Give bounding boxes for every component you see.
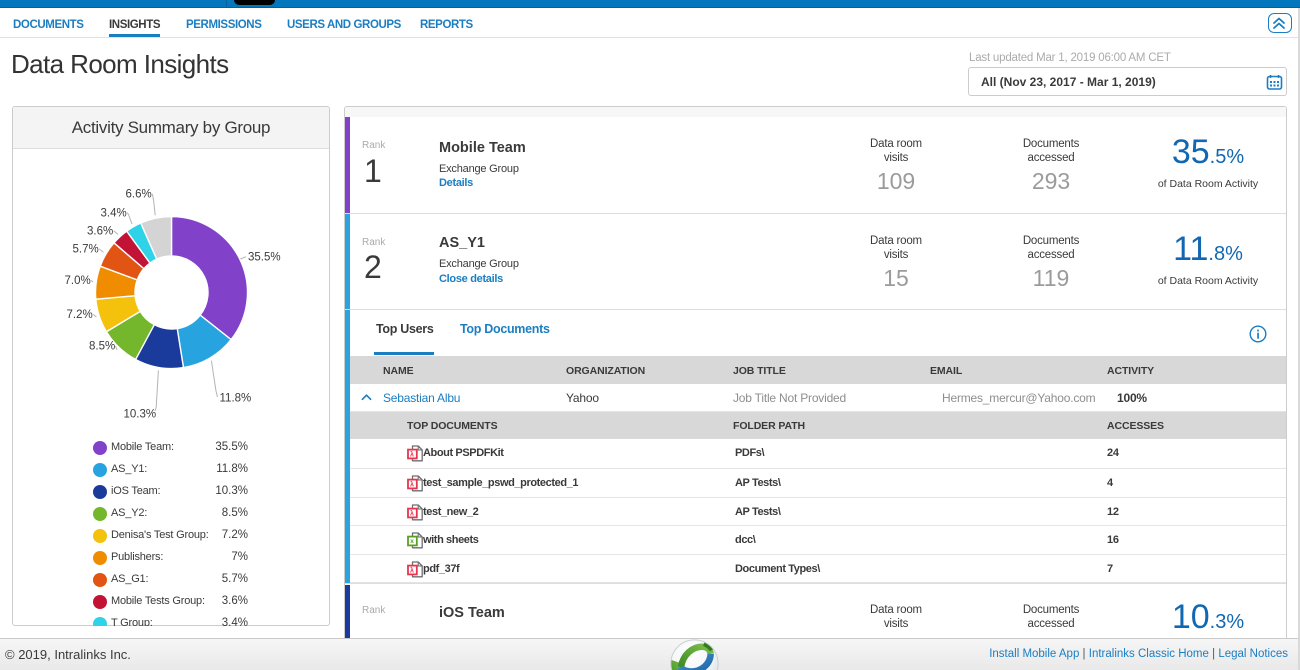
svg-text:11.8%: 11.8%	[220, 393, 252, 405]
svg-text:8.5%: 8.5%	[89, 341, 115, 353]
svg-text:3.6%: 3.6%	[87, 226, 113, 238]
svg-text:λ: λ	[410, 450, 414, 458]
svg-text:35.5%: 35.5%	[248, 252, 281, 264]
svg-text:5.7%: 5.7%	[73, 244, 99, 256]
svg-text:λ: λ	[410, 480, 414, 488]
svg-text:10.3%: 10.3%	[124, 409, 157, 421]
svg-text:7.0%: 7.0%	[65, 275, 91, 287]
svg-text:7.2%: 7.2%	[67, 309, 93, 321]
svg-text:λ: λ	[410, 509, 414, 517]
svg-text:λ: λ	[410, 566, 414, 574]
svg-text:6.6%: 6.6%	[126, 189, 152, 201]
svg-text:3.4%: 3.4%	[101, 208, 127, 220]
svg-text:x: x	[410, 538, 414, 545]
